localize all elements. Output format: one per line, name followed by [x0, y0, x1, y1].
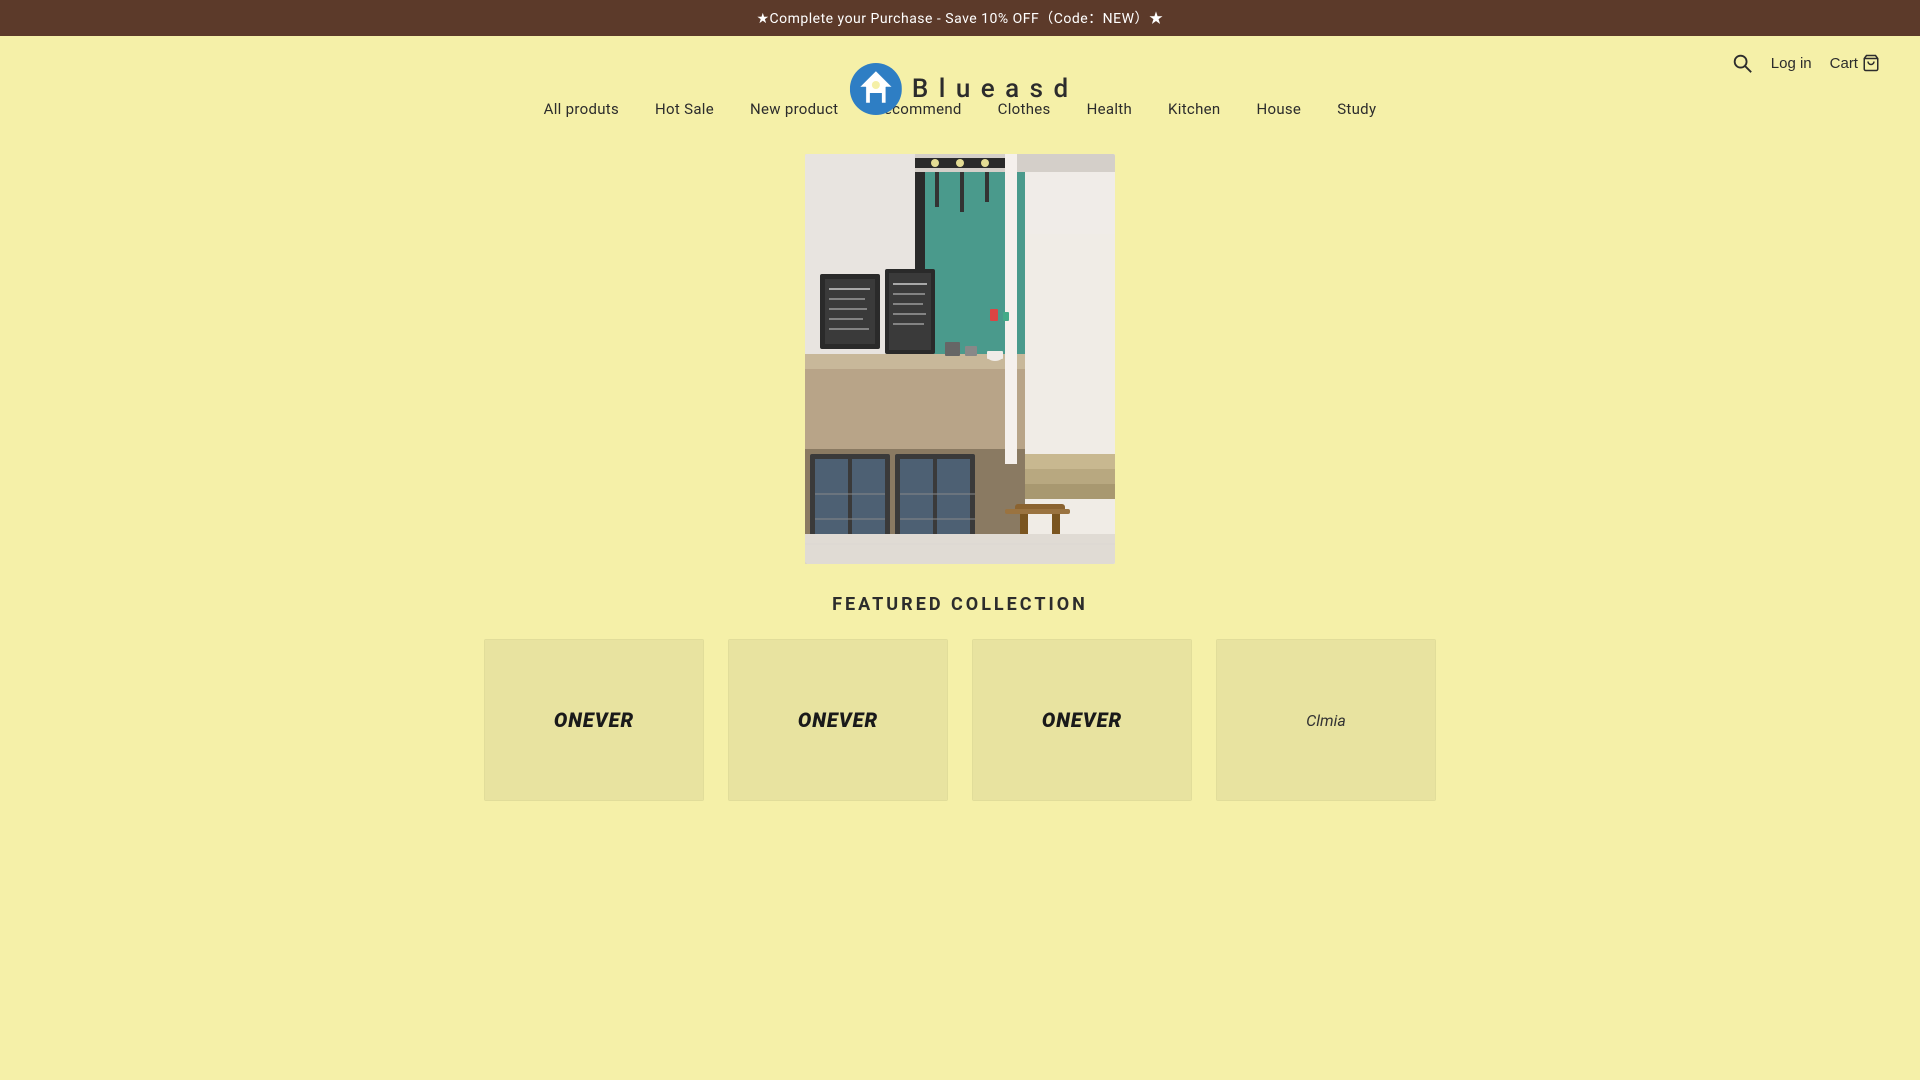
logo-text: B l u e a s d: [912, 74, 1070, 104]
search-icon: [1731, 52, 1753, 74]
nav-item-study[interactable]: Study: [1337, 100, 1376, 118]
main-content: FEATURED COLLECTION ONEVER ONEVER ONEVER: [0, 134, 1920, 861]
search-button[interactable]: [1731, 52, 1753, 74]
brand-label: ONEVER: [554, 708, 634, 732]
header: B l u e a s d Log in Cart: [0, 36, 1920, 90]
product-card-image: ONEVER: [973, 640, 1191, 800]
nav-item-all-produts[interactable]: All produts: [544, 100, 619, 118]
product-card[interactable]: ONEVER: [484, 639, 704, 801]
product-card-image: Clmia: [1217, 640, 1435, 800]
nav-item-kitchen[interactable]: Kitchen: [1168, 100, 1220, 118]
announcement-text: ★Complete your Purchase - Save 10% OFF（C…: [756, 11, 1163, 27]
header-right: Log in Cart: [1267, 52, 1880, 74]
featured-section: FEATURED COLLECTION ONEVER ONEVER ONEVER: [0, 564, 1920, 821]
product-card[interactable]: Clmia: [1216, 639, 1436, 801]
brand-label: ONEVER: [798, 708, 878, 732]
product-grid: ONEVER ONEVER ONEVER Clmia: [0, 639, 1920, 801]
featured-title: FEATURED COLLECTION: [832, 594, 1088, 615]
brand-label: ONEVER: [1042, 708, 1122, 732]
product-card[interactable]: ONEVER: [972, 639, 1192, 801]
nav-item-house[interactable]: House: [1256, 100, 1301, 118]
product-card[interactable]: ONEVER: [728, 639, 948, 801]
login-label: Log in: [1771, 55, 1812, 72]
cart-icon: [1862, 54, 1880, 72]
nav-item-health[interactable]: Health: [1087, 100, 1132, 118]
logo-link[interactable]: B l u e a s d: [850, 63, 1070, 115]
hero-image: [805, 154, 1115, 564]
product-card-image: ONEVER: [729, 640, 947, 800]
hero-image-container: [805, 154, 1115, 564]
brand-label: Clmia: [1306, 711, 1346, 730]
cart-label: Cart: [1830, 55, 1858, 72]
logo-icon: [850, 63, 902, 115]
nav-item-hot-sale[interactable]: Hot Sale: [655, 100, 714, 118]
login-button[interactable]: Log in: [1771, 55, 1812, 72]
announcement-bar: ★Complete your Purchase - Save 10% OFF（C…: [0, 0, 1920, 36]
nav-item-new-product[interactable]: New product: [750, 100, 838, 118]
product-card-image: ONEVER: [485, 640, 703, 800]
cart-button[interactable]: Cart: [1830, 54, 1880, 72]
